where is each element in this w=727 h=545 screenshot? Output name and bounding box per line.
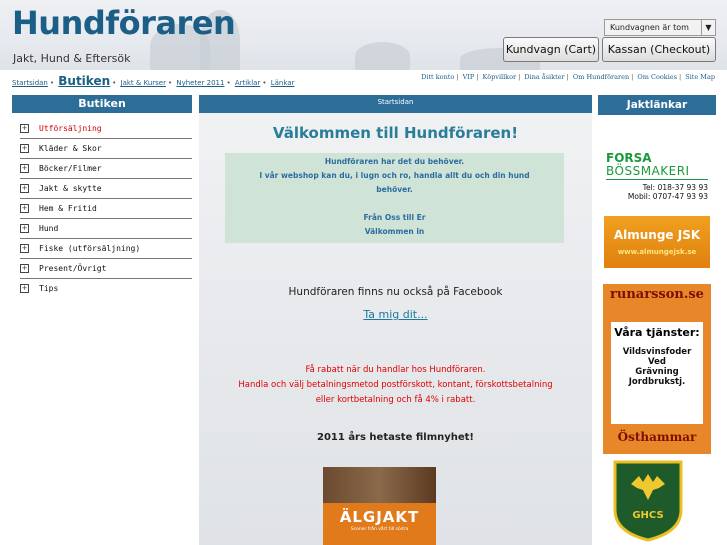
forsa-divider [606,179,708,180]
right-sidebar: Jaktlänkar FORSA BÖSSMAKERI Tel: 018-37 … [598,95,716,545]
category-item[interactable]: + Hund [20,219,192,239]
main-nav: Startsidan • Butiken • Jakt & Kurser • Nyhe… [12,74,295,88]
category-item[interactable]: + Utförsäljning [20,119,192,139]
expand-icon[interactable]: + [20,184,29,193]
discount-line: Få rabatt när du handlar hos Hundföraren… [305,365,486,375]
utility-nav: Ditt konto | VIP | Köpvillkor | Dina åsikte… [421,73,715,81]
category-label[interactable]: Jakt & skytte [39,184,102,193]
cart-button[interactable]: Kundvagn (Cart) [503,37,599,62]
top-nav: Startsidan • Butiken • Jakt & Kurser • Nyhe… [0,71,727,91]
info-line: I vår webshop kan du, i lugn och ro, han… [259,171,530,180]
info-box: Hundföraren har det du behöver. I vår we… [225,153,564,243]
almunge-url: www.almungejsk.se [617,248,697,256]
forsa-tel: Tel: 018-37 93 93 [642,183,708,192]
movie-photo [323,467,436,503]
nav-artiklar[interactable]: Artiklar [235,79,261,87]
discount-notice: Få rabatt när du handlar hos Hundföraren… [209,363,582,408]
expand-icon[interactable]: + [20,164,29,173]
main-heading: Startsidan [199,95,592,113]
service-item: Jordbrukstj. [628,377,686,387]
service-item: Ved [648,357,666,367]
checkout-button[interactable]: Kassan (Checkout) [602,37,716,62]
service-item: Vildsvinsfoder [622,347,692,357]
discount-line: eller kortbetalning och få 4% i rabatt. [315,395,476,405]
cart-status-label: Kundvagnen är tom [610,23,689,32]
info-line: behöver. [376,185,413,194]
info-line: Välkommen in [364,227,425,236]
nav-jakt-kurser[interactable]: Jakt & Kurser [121,79,166,87]
cart-status-select[interactable]: Kundvagnen är tom ▼ [604,19,716,36]
movie-title: ÄLGJAKT [339,508,420,526]
tree-decoration [355,42,410,70]
category-label[interactable]: Utförsäljning [39,124,102,133]
runarsson-services: Vildsvinsfoder Ved Grävning Jordbrukstj. [611,347,703,387]
nav-ditt-konto[interactable]: Ditt konto [421,73,454,81]
ghcs-text: GHCS [632,510,663,521]
movie-cover[interactable]: ÄLGJAKT Scener från vårt till södra [323,467,436,545]
expand-icon[interactable]: + [20,244,29,253]
site-header: Hundföraren Jakt, Hund & Eftersök Kundva… [0,0,727,70]
category-item[interactable]: + Present/Övrigt [20,259,192,279]
welcome-heading: Välkommen till Hundföraren! [272,124,519,142]
expand-icon[interactable]: + [20,224,29,233]
movie-subtitle: Scener från vårt till södra [350,527,409,532]
forsa-line2: BÖSSMAKERI [606,164,690,178]
expand-icon[interactable]: + [20,144,29,153]
expand-icon[interactable]: + [20,284,29,293]
category-item[interactable]: + Hem & Fritid [20,199,192,219]
main-content: Startsidan Välkommen till Hundföraren! H… [199,95,592,545]
chevron-down-icon[interactable]: ▼ [701,20,715,35]
category-label[interactable]: Hund [39,224,58,233]
info-line: Från Oss till Er [363,213,426,222]
sidebar: Butiken + Utförsäljning + Kläder & Skor + B… [12,95,192,298]
forsa-mobil: Mobil: 0707-47 93 93 [627,192,708,201]
site-subtitle: Jakt, Hund & Eftersök [13,52,131,65]
nav-vip[interactable]: VIP [463,73,475,81]
category-label[interactable]: Böcker/Filmer [39,164,102,173]
facebook-text: Hundföraren finns nu också på Facebook [288,286,503,298]
category-item[interactable]: + Jakt & skytte [20,179,192,199]
facebook-link[interactable]: Ta mig dit... [199,308,592,321]
runarsson-ad[interactable]: runarsson.se Våra tjänster: Vildsvinsfod… [603,284,711,454]
almunge-title: Almunge JSK [613,228,701,242]
runarsson-services-box: Våra tjänster: Vildsvinsfoder Ved Grävni… [611,322,703,424]
nav-dina-asikter[interactable]: Dina åsikter [524,73,564,81]
forsa-line1: FORSA [606,151,652,165]
category-item[interactable]: + Kläder & Skor [20,139,192,159]
expand-icon[interactable]: + [20,204,29,213]
expand-icon[interactable]: + [20,124,29,133]
category-item[interactable]: + Fiske (utförsäljning) [20,239,192,259]
category-item[interactable]: + Böcker/Filmer [20,159,192,179]
category-item[interactable]: + Tips [20,279,192,298]
nav-om-hundforaren[interactable]: Om Hundföraren [573,73,629,81]
nav-om-cookies[interactable]: Om Cookies [637,73,677,81]
nav-nyheter[interactable]: Nyheter 2011 [176,79,224,87]
forsa-ad[interactable]: FORSA BÖSSMAKERI Tel: 018-37 93 93 Mobil… [606,152,708,201]
runarsson-top: runarsson.se [610,287,704,302]
category-label[interactable]: Hem & Fritid [39,204,97,213]
discount-line: Handla och välj betalningsmetod postförs… [238,380,553,390]
category-label[interactable]: Present/Övrigt [39,264,106,273]
ghcs-logo[interactable]: GHCS [613,460,683,542]
expand-icon[interactable]: + [20,264,29,273]
nav-lankar[interactable]: Länkar [271,79,295,87]
sidebar-heading: Butiken [12,95,192,113]
category-label[interactable]: Kläder & Skor [39,144,102,153]
nav-kopvillkor[interactable]: Köpvillkor [483,73,517,81]
runarsson-heading: Våra tjänster: [614,326,700,339]
nav-site-map[interactable]: Site Map [685,73,715,81]
site-title[interactable]: Hundföraren [12,4,236,42]
runarsson-bottom: Östhammar [617,430,697,444]
hottest-movie-heading: 2011 års hetaste filmnyhet! [317,432,474,443]
nav-butiken[interactable]: Butiken [58,74,110,88]
almunge-ad[interactable]: Almunge JSK www.almungejsk.se [604,216,710,268]
category-label[interactable]: Tips [39,284,58,293]
nav-startsidan[interactable]: Startsidan [12,79,48,87]
service-item: Grävning [635,367,679,377]
category-label[interactable]: Fiske (utförsäljning) [39,244,140,253]
info-line: Hundföraren har det du behöver. [324,157,465,166]
jaktlankar-heading: Jaktlänkar [598,95,716,115]
